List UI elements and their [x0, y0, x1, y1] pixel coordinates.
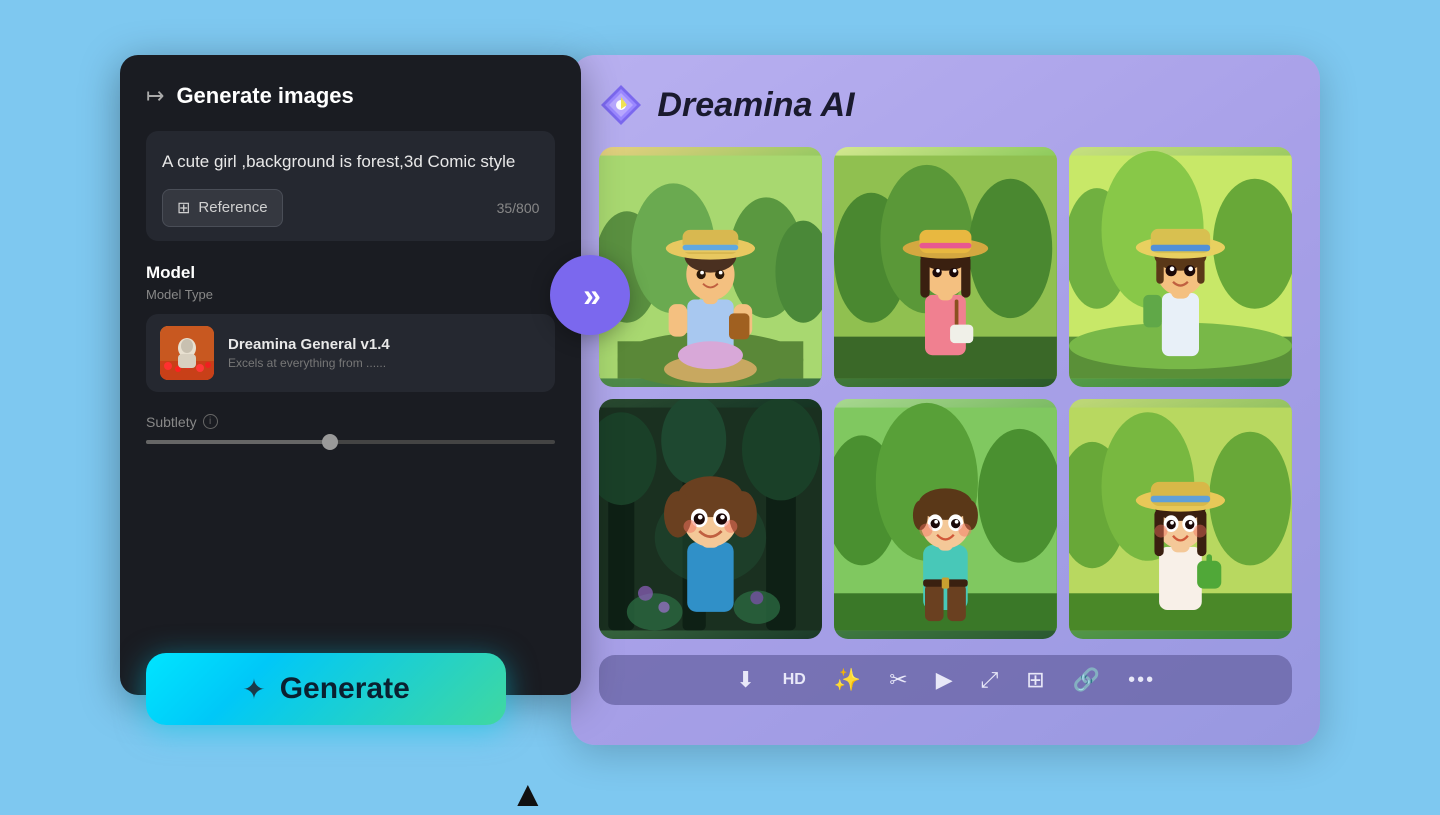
generated-image-6[interactable]	[1069, 399, 1292, 639]
model-card[interactable]: Dreamina General v1.4 Excels at everythi…	[146, 314, 555, 392]
expand-button[interactable]: ⤢	[981, 667, 999, 693]
prompt-box: A cute girl ,background is forest,3d Com…	[146, 131, 555, 241]
slider-thumb	[322, 434, 338, 450]
generated-image-1[interactable]	[599, 147, 822, 387]
generate-label: Generate	[280, 672, 410, 706]
model-thumbnail	[160, 326, 214, 380]
bottom-toolbar: ⬇ HD ✨ ✂ ▶ ⤢ ⊞ 🔗 •••	[599, 655, 1292, 705]
panel-title: Generate images	[176, 83, 353, 109]
download-button[interactable]: ⬇	[736, 667, 754, 693]
generate-button[interactable]: ✦ Generate	[146, 653, 506, 725]
generated-image-5[interactable]	[834, 399, 1057, 639]
sidebar-icon: ↦	[146, 83, 164, 109]
generated-image-3[interactable]	[1069, 147, 1292, 387]
model-description: Excels at everything from ......	[228, 356, 541, 370]
hd-button[interactable]: HD	[783, 671, 806, 689]
subtlety-section: Subtlety i	[146, 414, 555, 444]
play-button[interactable]: ▶	[936, 667, 953, 693]
char-count: 35/800	[497, 200, 540, 216]
arrow-connector: »	[550, 255, 630, 335]
left-panel: ↦ Generate images A cute girl ,backgroun…	[120, 55, 581, 695]
grid-button[interactable]: ⊞	[1026, 667, 1044, 693]
dreamina-header: Dreamina AI	[599, 83, 1292, 127]
generated-image-2[interactable]	[834, 147, 1057, 387]
link-button[interactable]: 🔗	[1073, 667, 1100, 693]
reference-label: Reference	[198, 199, 267, 216]
model-info: Dreamina General v1.4 Excels at everythi…	[228, 336, 541, 370]
cursor-pointer: ▲	[510, 773, 546, 815]
prompt-text[interactable]: A cute girl ,background is forest,3d Com…	[162, 149, 539, 175]
model-thumb-inner	[160, 326, 214, 380]
more-button[interactable]: •••	[1128, 669, 1155, 692]
enhance-button[interactable]: ✨	[834, 667, 861, 693]
slider-fill	[146, 440, 330, 444]
generate-star-icon: ✦	[242, 673, 265, 706]
dreamina-title: Dreamina AI	[657, 86, 854, 125]
model-section: Model Model Type	[146, 263, 555, 392]
images-grid	[599, 147, 1292, 639]
magic-eraser-button[interactable]: ✂	[889, 667, 907, 693]
generated-image-4[interactable]	[599, 399, 822, 639]
reference-row: ⊞ Reference 35/800	[162, 189, 539, 227]
reference-icon: ⊞	[177, 198, 190, 218]
hd-label: HD	[783, 671, 806, 689]
reference-button[interactable]: ⊞ Reference	[162, 189, 283, 227]
panel-header: ↦ Generate images	[146, 83, 555, 109]
subtlety-slider[interactable]	[146, 440, 555, 444]
model-type-label: Model Type	[146, 287, 555, 302]
subtlety-label: Subtlety i	[146, 414, 555, 430]
arrow-icon: »	[583, 277, 597, 314]
model-section-label: Model	[146, 263, 555, 283]
info-icon: i	[203, 414, 218, 429]
model-name: Dreamina General v1.4	[228, 336, 541, 353]
dreamina-logo-icon	[599, 83, 643, 127]
right-panel: Dreamina AI	[571, 55, 1320, 745]
